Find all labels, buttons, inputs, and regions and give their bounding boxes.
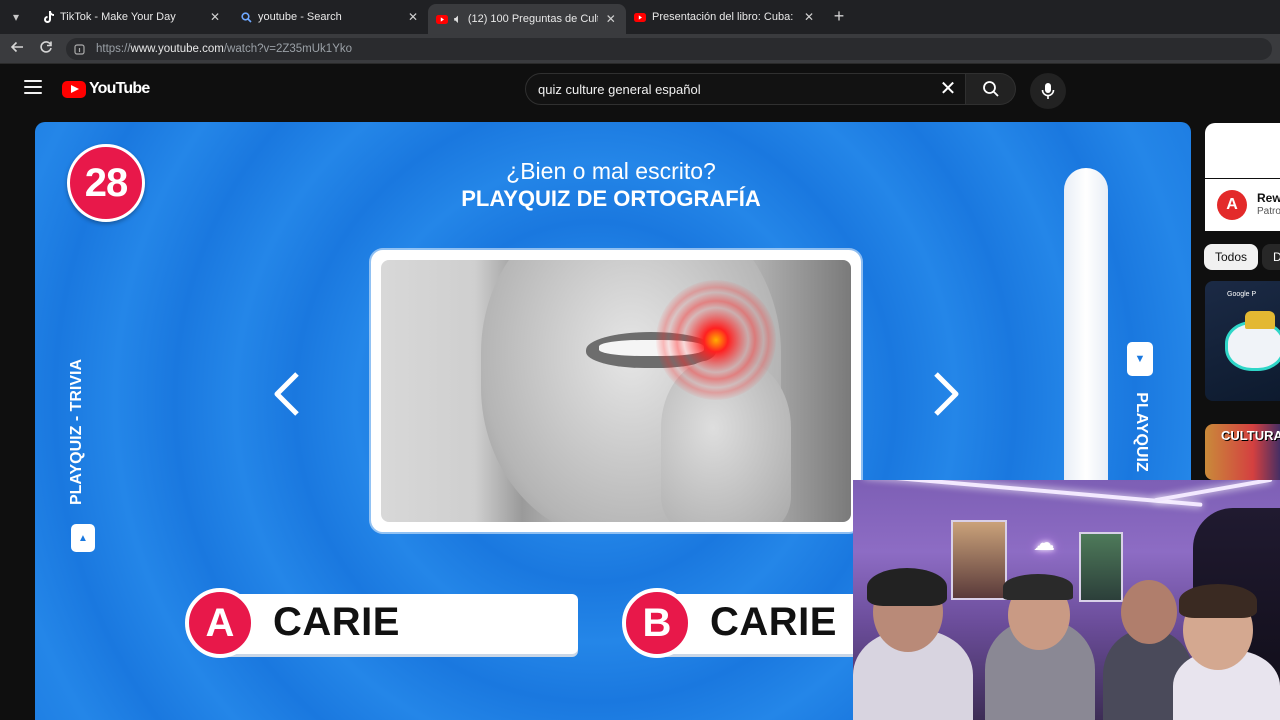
- vertical-pill-decoration: [1064, 168, 1108, 488]
- close-tab-icon[interactable]: ✕: [406, 10, 420, 24]
- browser-tab-bar: ▾ TikTok - Make Your Day ✕ youtube - Sea…: [0, 0, 1280, 34]
- youtube-logo-text: YouTube: [89, 80, 150, 97]
- answer-text-a: CARIE: [273, 600, 400, 644]
- answer-option-a: A CARIE: [185, 588, 580, 658]
- tab-list-dropdown-icon[interactable]: ▾: [6, 7, 26, 27]
- google-play-label: Google P: [1227, 291, 1257, 298]
- url-path: /watch?v=2Z35mUk1Yko: [223, 43, 353, 55]
- recommended-video-thumbnail[interactable]: Google P: [1205, 281, 1280, 401]
- ad-title: Rew: [1257, 191, 1280, 205]
- youtube-logo[interactable]: YouTube: [62, 79, 150, 99]
- reload-icon[interactable]: [37, 40, 55, 58]
- answer-letter-a: A: [185, 588, 255, 658]
- down-arrow-icon: ▼: [1127, 342, 1153, 376]
- url-host: www.youtube.com: [130, 43, 224, 55]
- tab-youtube-cuba[interactable]: Presentación del libro: Cuba: Perfil ✕: [626, 4, 824, 30]
- youtube-icon: [634, 11, 646, 23]
- youtube-play-logo-icon: [62, 80, 86, 98]
- tiktok-icon: [42, 11, 54, 23]
- acrobat-logo-icon: A: [1217, 190, 1247, 220]
- toothache-photo: [381, 260, 851, 522]
- address-bar-row: https://www.youtube.com/watch?v=2Z35mUk1…: [0, 34, 1280, 64]
- neon-cloud-icon: ☁: [1033, 530, 1055, 555]
- clear-search-icon[interactable]: ✕: [937, 78, 959, 100]
- answer-text-b: CARIE: [710, 600, 837, 644]
- quiz-heading: ¿Bien o mal escrito?: [506, 158, 716, 184]
- sponsored-ad-info[interactable]: A Rew Patro: [1205, 179, 1280, 231]
- ad-sponsor-label: Patro: [1257, 206, 1280, 217]
- previous-arrow-icon: [269, 370, 305, 418]
- tab-title: (12) 100 Preguntas de Cultura: [467, 13, 598, 25]
- url-scheme: https://: [96, 43, 131, 55]
- audio-playing-icon[interactable]: 🔈︎: [454, 11, 462, 27]
- quiz-subheading: PLAYQUIZ DE ORTOGRAFÍA: [461, 186, 761, 211]
- microphone-icon: [1041, 83, 1055, 99]
- back-icon[interactable]: [8, 40, 26, 58]
- tab-title: TikTok - Make Your Day: [60, 11, 176, 23]
- youtube-icon: [436, 13, 448, 25]
- right-side-banner: ▼ PLAYQUIZ: [1127, 342, 1157, 482]
- close-tab-icon[interactable]: ✕: [604, 12, 618, 26]
- left-side-banner: PLAYQUIZ - TRIVIA ▲: [65, 352, 95, 552]
- filter-chip-2[interactable]: D: [1262, 244, 1280, 270]
- pain-highlight: [656, 280, 776, 400]
- recommended-video-thumbnail[interactable]: CULTURA: [1205, 424, 1280, 480]
- tab-youtube-quiz[interactable]: 🔈︎ (12) 100 Preguntas de Cultura ✕: [428, 4, 626, 34]
- tab-tiktok[interactable]: TikTok - Make Your Day ✕: [34, 4, 230, 30]
- tab-youtube-search[interactable]: youtube - Search ✕: [232, 4, 428, 30]
- search-icon: [240, 11, 252, 23]
- close-tab-icon[interactable]: ✕: [208, 10, 222, 24]
- sponsored-ad-banner[interactable]: [1205, 123, 1280, 178]
- question-image-frame: [371, 250, 861, 532]
- thumbnail-title: CULTURA: [1221, 428, 1280, 443]
- url-field[interactable]: https://www.youtube.com/watch?v=2Z35mUk1…: [66, 38, 1272, 60]
- right-side-banner-text: PLAYQUIZ: [1133, 392, 1150, 472]
- search-button[interactable]: [966, 73, 1016, 105]
- search-input[interactable]: [538, 81, 918, 97]
- search-icon: [982, 81, 999, 97]
- site-info-icon[interactable]: [74, 43, 86, 55]
- close-tab-icon[interactable]: ✕: [802, 10, 816, 24]
- left-side-banner-text: PLAYQUIZ - TRIVIA: [68, 358, 85, 506]
- voice-search-button[interactable]: [1030, 73, 1066, 109]
- webcam-overlay: ☁ ☁: [853, 480, 1280, 720]
- menu-icon[interactable]: [24, 80, 42, 96]
- next-arrow-icon: [928, 370, 964, 418]
- up-arrow-icon: ▲: [71, 524, 95, 552]
- tab-title: Presentación del libro: Cuba: Perfil: [652, 11, 796, 23]
- search-box: ✕: [525, 73, 966, 105]
- filter-chip-todos[interactable]: Todos: [1204, 244, 1259, 270]
- tab-title: youtube - Search: [258, 11, 342, 23]
- answer-letter-b: B: [622, 588, 692, 658]
- new-tab-icon[interactable]: +: [830, 7, 848, 25]
